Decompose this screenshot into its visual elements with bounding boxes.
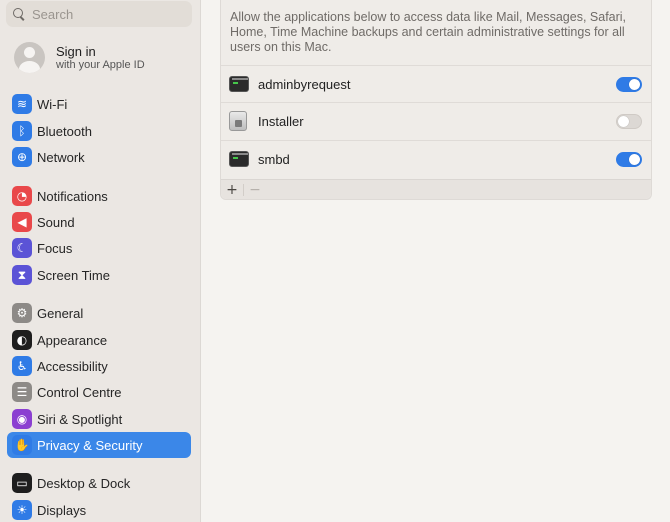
toggle-knob bbox=[618, 115, 629, 127]
installer-icon bbox=[229, 111, 247, 131]
sun-icon: ☀ bbox=[12, 500, 32, 520]
sidebar-item-privacy-security[interactable]: ✋ Privacy & Security bbox=[7, 432, 191, 458]
accessibility-icon: ♿ bbox=[12, 356, 32, 376]
app-name: smbd bbox=[258, 151, 290, 167]
app-name: Installer bbox=[258, 113, 304, 129]
terminal-icon bbox=[229, 76, 249, 92]
gear-icon: ⚙ bbox=[12, 303, 32, 323]
app-toggle-smbd[interactable] bbox=[616, 151, 642, 167]
dock-icon: ▭ bbox=[12, 473, 32, 493]
app-row: Installer bbox=[221, 102, 651, 139]
search-field[interactable] bbox=[6, 1, 192, 27]
account-subtitle: with your Apple ID bbox=[56, 58, 145, 71]
app-name: adminbyrequest bbox=[258, 76, 351, 92]
moon-icon: ☾ bbox=[12, 238, 32, 258]
sidebar-item-control-centre[interactable]: ☰ Control Centre bbox=[7, 379, 191, 405]
sidebar-item-label: Desktop & Dock bbox=[37, 475, 131, 491]
sidebar: Sign in with your Apple ID ≋ Wi-Fi ᛒ Blu… bbox=[0, 0, 201, 522]
panel-description: Allow the applications below to access d… bbox=[230, 10, 627, 54]
toggle-knob bbox=[629, 153, 640, 165]
app-toggle-installer[interactable] bbox=[616, 113, 642, 129]
app-row: smbd bbox=[221, 140, 651, 177]
switches-icon: ☰ bbox=[12, 382, 32, 402]
sidebar-item-desktop-dock[interactable]: ▭ Desktop & Dock bbox=[7, 470, 191, 496]
sidebar-item-focus[interactable]: ☾ Focus bbox=[7, 235, 191, 261]
sidebar-item-label: Displays bbox=[37, 502, 87, 518]
sidebar-item-accessibility[interactable]: ♿ Accessibility bbox=[7, 353, 191, 379]
sidebar-item-general[interactable]: ⚙ General bbox=[7, 300, 191, 326]
sidebar-item-bluetooth[interactable]: ᛒ Bluetooth bbox=[7, 118, 191, 144]
full-disk-access-panel: Allow the applications below to access d… bbox=[220, 0, 652, 200]
sidebar-item-notifications[interactable]: ◔ Notifications bbox=[7, 183, 191, 209]
sidebar-item-sound[interactable]: ◀ Sound bbox=[7, 209, 191, 235]
bell-icon: ◔ bbox=[12, 186, 32, 206]
sidebar-item-label: Notifications bbox=[37, 188, 108, 204]
siri-icon: ◉ bbox=[12, 409, 32, 429]
bluetooth-icon: ᛒ bbox=[12, 121, 32, 141]
sidebar-item-appearance[interactable]: ◐ Appearance bbox=[7, 327, 191, 353]
sidebar-item-label: Accessibility bbox=[37, 358, 108, 374]
sidebar-item-wifi[interactable]: ≋ Wi-Fi bbox=[7, 91, 191, 117]
sidebar-item-label: Privacy & Security bbox=[37, 437, 143, 453]
hand-icon: ✋ bbox=[12, 435, 32, 455]
app-row: adminbyrequest bbox=[221, 65, 651, 102]
sidebar-item-label: Screen Time bbox=[37, 267, 110, 283]
apple-id-signin[interactable]: Sign in with your Apple ID bbox=[14, 42, 145, 73]
sidebar-item-label: General bbox=[37, 305, 84, 321]
app-toggle-adminbyrequest[interactable] bbox=[616, 76, 642, 92]
avatar bbox=[14, 42, 45, 73]
sidebar-item-label: Siri & Spotlight bbox=[37, 411, 123, 427]
appearance-icon: ◐ bbox=[12, 330, 32, 350]
sidebar-item-label: Network bbox=[37, 149, 85, 165]
sidebar-item-label: Control Centre bbox=[37, 384, 122, 400]
globe-icon: ⊕ bbox=[12, 147, 32, 167]
sidebar-item-label: Focus bbox=[37, 240, 73, 256]
hourglass-icon: ⧗ bbox=[12, 265, 32, 285]
add-button[interactable]: + bbox=[221, 180, 243, 200]
speaker-icon: ◀ bbox=[12, 212, 32, 232]
sidebar-item-displays[interactable]: ☀ Displays bbox=[7, 497, 191, 522]
search-icon bbox=[12, 7, 26, 21]
sidebar-item-label: Wi-Fi bbox=[37, 96, 68, 112]
sidebar-item-siri-spotlight[interactable]: ◉ Siri & Spotlight bbox=[7, 406, 191, 432]
wifi-icon: ≋ bbox=[12, 94, 32, 114]
toggle-knob bbox=[629, 78, 640, 90]
list-footer: + − bbox=[221, 179, 651, 199]
remove-button[interactable]: − bbox=[244, 180, 266, 200]
sidebar-item-label: Bluetooth bbox=[37, 123, 92, 139]
sidebar-item-label: Sound bbox=[37, 214, 75, 230]
search-input[interactable] bbox=[32, 6, 182, 22]
sidebar-item-screen-time[interactable]: ⧗ Screen Time bbox=[7, 262, 191, 288]
terminal-icon bbox=[229, 151, 249, 167]
sidebar-item-label: Appearance bbox=[37, 332, 108, 348]
account-title: Sign in bbox=[56, 43, 96, 59]
sidebar-item-network[interactable]: ⊕ Network bbox=[7, 144, 191, 170]
